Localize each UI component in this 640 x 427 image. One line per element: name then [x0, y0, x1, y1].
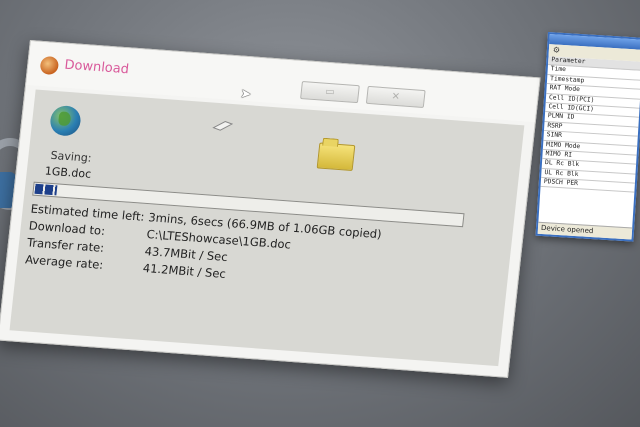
- toolbar-icon[interactable]: ⚙: [553, 45, 561, 54]
- detail-row-time-left: Estimated time left: 3mins, 6secs (66.9M…: [30, 202, 382, 242]
- desktop-scene: Download ➤ ▭ ✕ Saving: 1GB.doc Estimated…: [0, 0, 640, 427]
- download-details: Estimated time left: 3mins, 6secs (66.9M…: [24, 202, 383, 281]
- detail-row-transfer-rate: Transfer rate: 43.7MBit / Sec: [26, 235, 228, 264]
- status-bar: Device opened: [537, 221, 633, 240]
- app-icon: [39, 55, 60, 76]
- progress-fill: [34, 183, 57, 196]
- paper-icon: [212, 120, 234, 131]
- folder-icon[interactable]: [316, 142, 356, 171]
- close-button[interactable]: ✕: [365, 85, 426, 109]
- parameters-list: Parameter Time Timestamp RAT Mode Cell ID(PC…: [540, 56, 640, 194]
- dialog-body: Saving: 1GB.doc Estimated time left: 3mi…: [9, 89, 525, 367]
- globe-icon: [48, 104, 83, 137]
- saving-label: Saving:: [49, 148, 93, 165]
- dialog-title: Download: [63, 57, 130, 78]
- detail-label: Average rate:: [24, 252, 104, 272]
- minimize-button[interactable]: ▭: [300, 81, 360, 104]
- file-name: 1GB.doc: [44, 164, 92, 181]
- detail-label: Download to:: [28, 218, 106, 238]
- parameters-window: ⚙ Parameter Time Timestamp RAT Mode Cell ID(…: [535, 32, 640, 242]
- detail-value: 41.2MBit / Sec: [142, 260, 227, 281]
- close-icon: ✕: [390, 91, 401, 103]
- download-dialog: Download ➤ ▭ ✕ Saving: 1GB.doc Estimated…: [0, 40, 541, 378]
- minimize-icon: ▭: [324, 86, 336, 98]
- detail-row-download-to: Download to: C:\LTEShowcase\1GB.doc: [28, 218, 291, 251]
- detail-row-average-rate: Average rate: 41.2MBit / Sec: [24, 252, 227, 281]
- detail-label: Transfer rate:: [26, 235, 105, 255]
- cursor-icon: ➤: [239, 86, 252, 103]
